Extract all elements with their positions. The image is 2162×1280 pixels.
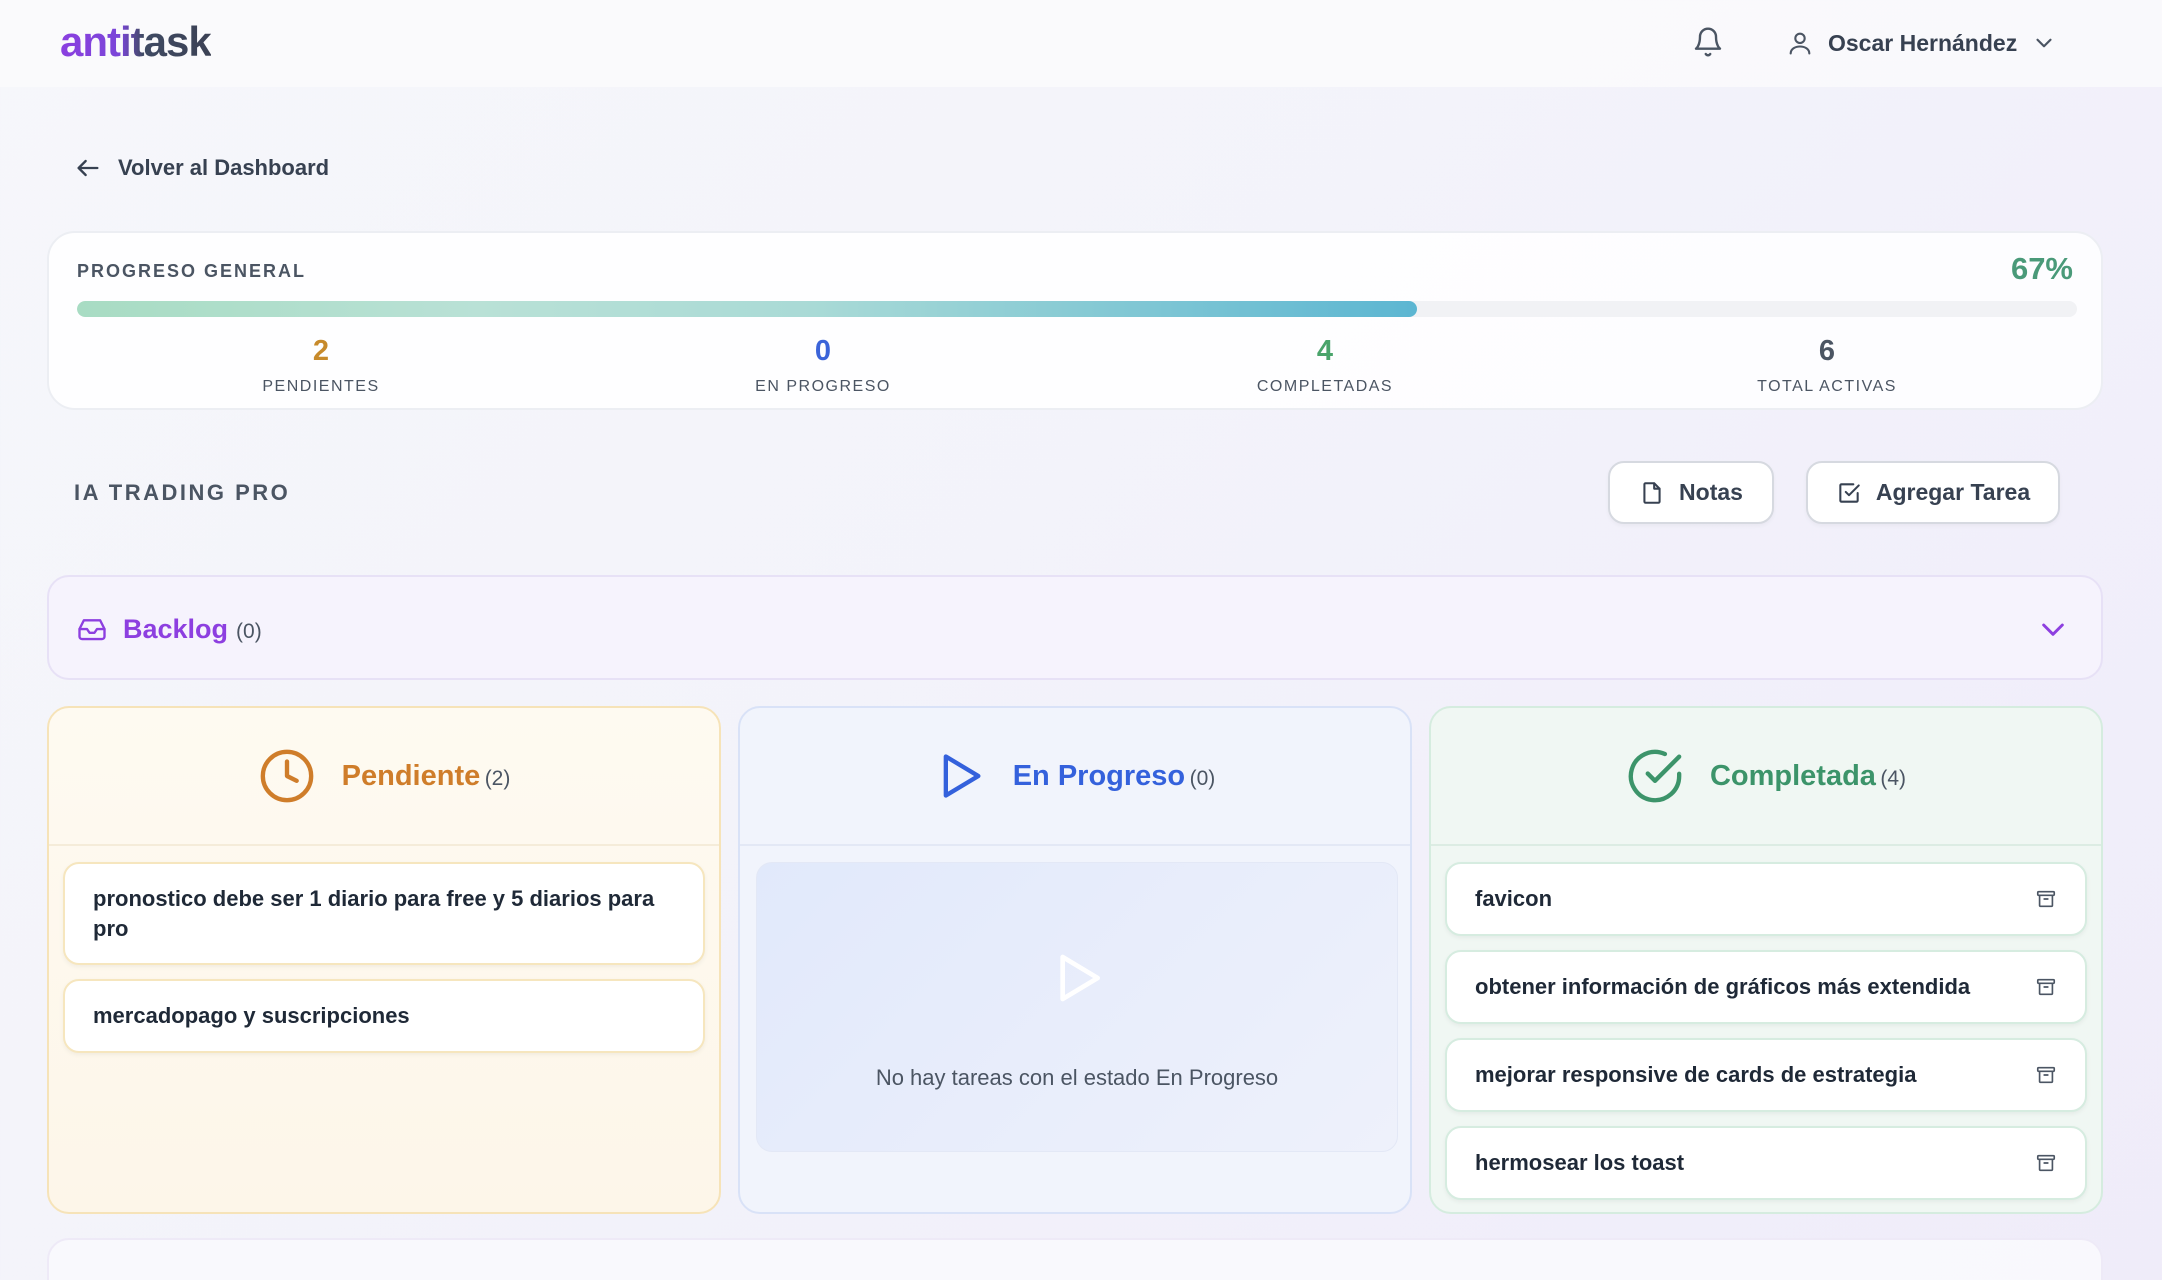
column-completed-header: Completada (4) [1431, 708, 2101, 846]
progress-title: PROGRESO GENERAL [77, 261, 307, 281]
progress-card: PROGRESO GENERAL 67% 2 PENDIENTES 0 EN P… [47, 231, 2103, 410]
notes-button-label: Notas [1679, 479, 1743, 505]
task-card[interactable]: mercadopago y suscripciones [63, 979, 705, 1053]
clock-icon [260, 749, 313, 803]
column-completed-count: (4) [1880, 766, 1907, 790]
arrow-left-icon [77, 159, 99, 177]
stat-in-progress-value: 0 [814, 335, 832, 367]
task-title: mejorar responsive de cards de estrategi… [1475, 1062, 1917, 1088]
bell-icon[interactable] [1692, 26, 1724, 58]
task-card[interactable]: hermosear los toast [1445, 1126, 2087, 1200]
column-pending: Pendiente (2) pronostico debe ser 1 diar… [47, 706, 721, 1214]
checkbox-icon [1839, 482, 1860, 503]
app-logo[interactable]: antitask [60, 18, 212, 66]
archive-icon[interactable] [2035, 1152, 2057, 1174]
stat-pending-value: 2 [312, 335, 330, 367]
empty-state-text: No hay tareas con el estado En Progreso [875, 1065, 1279, 1090]
project-title: IA TRADING PRO [74, 480, 291, 505]
task-title: pronostico debe ser 1 diario para free y… [93, 885, 655, 941]
progress-bar [77, 301, 2077, 317]
chevron-down-icon [2036, 38, 2052, 48]
stat-total: 6 TOTAL ACTIVAS [1677, 337, 1977, 396]
column-completed: Completada (4) favicon obtener informaci… [1429, 706, 2103, 1214]
file-icon [1643, 481, 1661, 504]
user-name: Oscar Hernández [1828, 29, 2018, 56]
column-pending-count: (2) [484, 766, 511, 790]
backlog-count: (0) [236, 620, 262, 643]
inbox-icon [78, 619, 106, 641]
column-pending-header: Pendiente (2) [49, 708, 719, 846]
stat-pending-label: PENDIENTES [262, 378, 380, 395]
column-completed-title: Completada [1709, 759, 1876, 792]
column-in-progress-count: (0) [1189, 766, 1216, 790]
play-icon [1060, 954, 1100, 1002]
task-title: favicon [1475, 886, 1553, 912]
user-icon [1789, 32, 1811, 55]
task-title: hermosear los toast [1475, 1150, 1685, 1176]
backlog-header: Backlog (0) [123, 614, 262, 645]
column-in-progress-header: En Progreso (0) [740, 708, 1410, 846]
column-in-progress: En Progreso (0) No hay tareas con el est… [738, 706, 1412, 1214]
task-title: mercadopago y suscripciones [93, 1003, 410, 1029]
stat-completed-label: COMPLETADAS [1256, 378, 1394, 395]
task-title: obtener información de gráficos más exte… [1475, 974, 1971, 1000]
back-label: Volver al Dashboard [118, 155, 330, 180]
column-pending-title: Pendiente [341, 759, 481, 792]
column-in-progress-title: En Progreso [1012, 759, 1186, 792]
stat-in-progress-label: EN PROGRESO [755, 378, 891, 395]
play-icon [943, 754, 981, 798]
add-task-button-label: Agregar Tarea [1875, 479, 2031, 505]
archive-icon[interactable] [2035, 1064, 2057, 1086]
progress-percent: 67% [2010, 251, 2073, 286]
chevron-down-icon[interactable] [2037, 613, 2069, 645]
task-card[interactable]: pronostico debe ser 1 diario para free y… [63, 862, 705, 965]
notes-button[interactable]: Notas [1608, 461, 1774, 524]
task-card[interactable]: obtener información de gráficos más exte… [1445, 950, 2087, 1024]
next-section-card [47, 1238, 2103, 1280]
stat-completed-value: 4 [1316, 335, 1334, 367]
back-to-dashboard-link[interactable]: Volver al Dashboard [74, 154, 329, 182]
task-card[interactable]: favicon [1445, 862, 2087, 936]
progress-bar-fill [77, 301, 1417, 317]
stat-pending: 2 PENDIENTES [171, 337, 471, 396]
archive-icon[interactable] [2035, 976, 2057, 998]
add-task-button[interactable]: Agregar Tarea [1806, 461, 2060, 524]
stat-total-value: 6 [1818, 335, 1836, 367]
empty-state: No hay tareas con el estado En Progreso [756, 862, 1398, 1152]
archive-icon[interactable] [2035, 888, 2057, 910]
user-menu[interactable]: Oscar Hernández [1786, 22, 2057, 64]
stat-in-progress: 0 EN PROGRESO [673, 337, 973, 396]
check-circle-icon [1628, 749, 1682, 803]
task-card[interactable]: mejorar responsive de cards de estrategi… [1445, 1038, 2087, 1112]
stat-total-label: TOTAL ACTIVAS [1757, 378, 1897, 395]
backlog-section[interactable]: Backlog (0) [47, 575, 2103, 680]
backlog-title: Backlog [123, 614, 229, 644]
stat-completed: 4 COMPLETADAS [1175, 337, 1475, 396]
top-bar: antitask Oscar Hernández [0, 0, 2162, 87]
